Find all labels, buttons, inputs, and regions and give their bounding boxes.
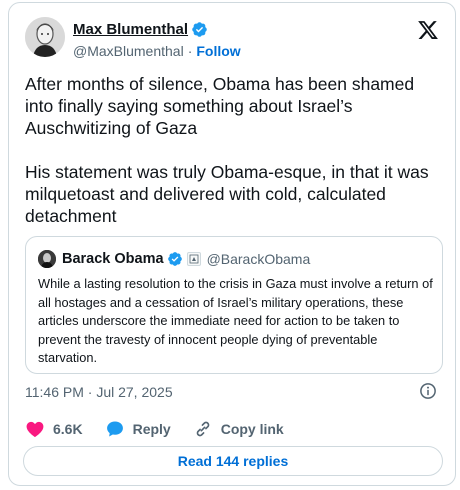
verified-badge-icon <box>192 21 207 37</box>
info-icon[interactable] <box>419 382 437 400</box>
handle-separator: · <box>187 43 193 59</box>
like-count: 6.6K <box>53 421 83 437</box>
link-icon <box>196 421 209 437</box>
tweet-header: Max Blumenthal @MaxBlumenthal · Follow <box>25 15 439 65</box>
tweet-timestamp[interactable]: 11:46 PM · Jul 27, 2025 <box>25 384 173 400</box>
author-handle[interactable]: @MaxBlumenthal <box>73 43 184 59</box>
quoted-tweet[interactable]: Barack Obama @BarackObama While a lastin… <box>25 236 443 374</box>
read-replies-button[interactable]: Read 144 replies <box>23 446 443 476</box>
author-name[interactable]: Max Blumenthal <box>73 21 188 38</box>
quoted-author-avatar <box>38 250 56 268</box>
like-button[interactable]: 6.6K <box>25 419 83 439</box>
reply-bubble-icon <box>106 421 123 437</box>
quoted-author-name: Barack Obama <box>62 251 164 267</box>
reply-button[interactable]: Reply <box>105 419 171 439</box>
reply-label: Reply <box>132 421 171 437</box>
x-logo-icon[interactable] <box>417 19 439 41</box>
affiliation-badge-icon <box>186 252 201 266</box>
tweet-card[interactable]: Max Blumenthal @MaxBlumenthal · Follow A… <box>8 2 456 486</box>
copy-link-label: Copy link <box>220 421 284 437</box>
tweet-text: After months of silence, Obama has been … <box>25 74 429 226</box>
quoted-author-handle: @BarackObama <box>206 251 311 267</box>
heart-icon <box>26 421 44 437</box>
follow-button[interactable]: Follow <box>196 43 240 59</box>
tweet-actions: 6.6K Reply Copy link <box>25 416 439 442</box>
author-avatar[interactable] <box>25 17 65 57</box>
quoted-tweet-text: While a lasting resolution to the crisis… <box>38 276 433 365</box>
copy-link-button[interactable]: Copy link <box>193 419 284 439</box>
verified-badge-icon <box>167 252 182 266</box>
